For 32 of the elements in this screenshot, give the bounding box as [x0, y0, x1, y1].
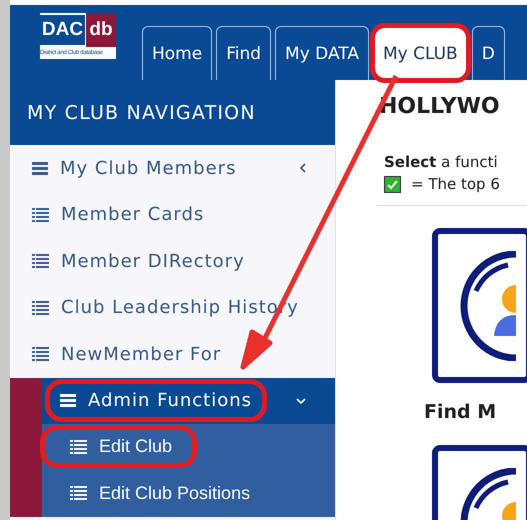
legend-text: = The top 6: [411, 175, 500, 193]
nav-tab[interactable]: My DATA: [275, 26, 369, 80]
list-icon: [32, 300, 49, 315]
function-label[interactable]: Find M: [424, 401, 527, 423]
function-tile[interactable]: [432, 228, 527, 383]
list-icon: [70, 486, 87, 500]
list-icon: [32, 347, 49, 362]
menu-link[interactable]: NewMember For: [10, 331, 335, 378]
logo-text: DAC: [40, 15, 85, 45]
menu-icon: [60, 394, 76, 407]
menu-group[interactable]: My Club Members: [10, 145, 335, 192]
menu-group-label[interactable]: Admin Functions: [50, 384, 262, 417]
logo-badge: db: [86, 13, 116, 47]
nav-tab[interactable]: D: [472, 26, 505, 80]
list-icon: [32, 254, 49, 268]
submenu-link[interactable]: Edit Club: [45, 430, 192, 464]
nav-tab[interactable]: Home: [142, 26, 212, 80]
chevron-left-icon: [299, 162, 307, 174]
menu-link[interactable]: Member DIRectory: [10, 238, 335, 284]
club-title: HOLLYWO: [379, 94, 501, 119]
list-icon: [32, 208, 49, 222]
menu-label: Admin Functions: [88, 390, 252, 411]
menu-icon: [32, 162, 48, 175]
submenu-link[interactable]: Edit Club Positions: [45, 476, 270, 510]
instruction-text: Select a functi: [384, 153, 499, 171]
menu-group[interactable]: Admin Functions: [42, 378, 335, 424]
nav-tab[interactable]: Find: [216, 26, 272, 80]
menu-link[interactable]: Member Cards: [10, 192, 335, 238]
sidebar-title: MY CLUB NAVIGATION: [10, 80, 335, 145]
nav-tab[interactable]: My CLUB: [372, 26, 468, 80]
list-icon: [70, 440, 87, 454]
chevron-down-icon: [295, 396, 307, 404]
